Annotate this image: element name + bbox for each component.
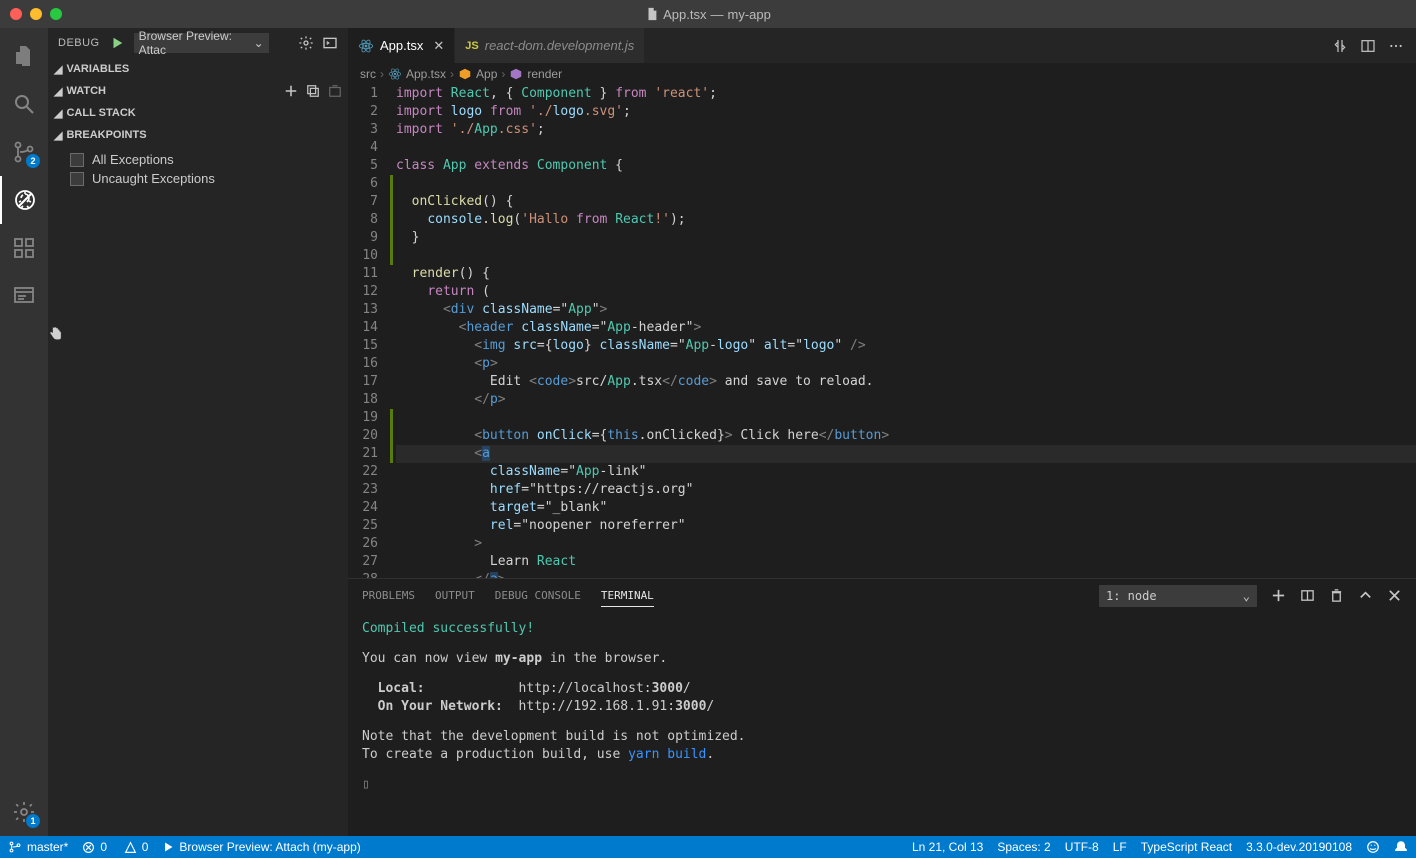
breakpoint-uncaught-exceptions[interactable]: Uncaught Exceptions: [48, 169, 348, 188]
debug-sidebar: DEBUG Browser Preview: Attac⌄ ◢VARIABLES…: [48, 28, 348, 836]
eol[interactable]: LF: [1113, 840, 1127, 854]
scm-badge: 2: [26, 154, 40, 168]
code[interactable]: import React, { Component } from 'react'…: [396, 85, 1416, 578]
crumb-file[interactable]: App.tsx: [388, 67, 446, 81]
tabs: App.tsx ✕ JS react-dom.development.js: [348, 28, 1416, 63]
window-title: App.tsx — my-app: [0, 7, 1416, 22]
panel-tab-debug[interactable]: DEBUG CONSOLE: [495, 585, 581, 606]
title-project: my-app: [728, 7, 771, 22]
encoding[interactable]: UTF-8: [1065, 840, 1099, 854]
terminal-output[interactable]: Compiled successfully! You can now view …: [348, 612, 1416, 836]
panel-tabs: PROBLEMS OUTPUT DEBUG CONSOLE TERMINAL 1…: [348, 579, 1416, 612]
body: 2 1 DEBUG Browser Preview: Attac⌄: [0, 28, 1416, 836]
maximize-panel-icon[interactable]: [1358, 588, 1373, 603]
checkbox-icon[interactable]: [70, 172, 84, 186]
debug-status[interactable]: Browser Preview: Attach (my-app): [162, 840, 360, 854]
debug-console-icon[interactable]: [322, 35, 338, 51]
crumb-src[interactable]: src: [360, 67, 376, 81]
code-editor[interactable]: 1234567891011121314151617181920212223242…: [348, 85, 1416, 578]
explorer-icon[interactable]: [0, 32, 48, 80]
titlebar: App.tsx — my-app: [0, 0, 1416, 28]
breakpoints-section: ◢BREAKPOINTS All Exceptions Uncaught Exc…: [48, 124, 348, 192]
gutter: 1234567891011121314151617181920212223242…: [348, 85, 396, 578]
panel-tab-output[interactable]: OUTPUT: [435, 585, 475, 606]
panel: PROBLEMS OUTPUT DEBUG CONSOLE TERMINAL 1…: [348, 578, 1416, 836]
crumb-class[interactable]: App: [458, 67, 497, 81]
close-panel-icon[interactable]: [1387, 588, 1402, 603]
split-terminal-icon[interactable]: [1300, 588, 1315, 603]
debug-config-dropdown[interactable]: Browser Preview: Attac⌄: [134, 33, 269, 53]
tab-app-tsx[interactable]: App.tsx ✕: [348, 28, 455, 63]
browser-preview-icon[interactable]: [0, 272, 48, 320]
watch-section: ◢WATCH: [48, 80, 348, 102]
js-icon: JS: [465, 40, 478, 52]
debug-title: DEBUG: [58, 37, 100, 49]
compare-icon[interactable]: [1332, 38, 1348, 54]
settings-gear-icon[interactable]: 1: [0, 788, 48, 836]
add-watch-icon[interactable]: [284, 84, 298, 98]
editor-group: App.tsx ✕ JS react-dom.development.js sr…: [348, 28, 1416, 836]
more-actions-icon[interactable]: [1388, 38, 1404, 54]
window: App.tsx — my-app 2 1 DEBUG B: [0, 0, 1416, 858]
errors-indicator[interactable]: 0 0: [82, 840, 148, 854]
indentation[interactable]: Spaces: 2: [997, 840, 1050, 854]
search-icon[interactable]: [0, 80, 48, 128]
variables-header[interactable]: ◢VARIABLES: [48, 58, 348, 80]
activity-bar: 2 1: [0, 28, 48, 836]
react-icon: [358, 38, 374, 54]
breakpoints-header[interactable]: ◢BREAKPOINTS: [48, 124, 348, 146]
panel-tab-problems[interactable]: PROBLEMS: [362, 585, 415, 606]
file-icon: [645, 7, 659, 21]
variables-section: ◢VARIABLES: [48, 58, 348, 80]
checkbox-icon[interactable]: [70, 153, 84, 167]
watch-header[interactable]: ◢WATCH: [48, 80, 348, 102]
split-editor-icon[interactable]: [1360, 38, 1376, 54]
tab-react-dom-dev[interactable]: JS react-dom.development.js: [455, 28, 645, 63]
source-control-icon[interactable]: 2: [0, 128, 48, 176]
breakpoint-all-exceptions[interactable]: All Exceptions: [48, 150, 348, 169]
kill-terminal-icon[interactable]: [1329, 588, 1344, 603]
start-debug-button[interactable]: [110, 36, 124, 50]
terminal-selector[interactable]: 1: node⌄: [1099, 585, 1257, 607]
breadcrumb[interactable]: src› App.tsx› App› render: [348, 63, 1416, 85]
extensions-icon[interactable]: [0, 224, 48, 272]
settings-badge: 1: [26, 814, 40, 828]
collapse-all-icon[interactable]: [306, 84, 320, 98]
feedback-icon[interactable]: [1366, 840, 1380, 854]
notifications-icon[interactable]: [1394, 840, 1408, 854]
panel-tab-terminal[interactable]: TERMINAL: [601, 585, 654, 607]
callstack-section: ◢CALL STACK: [48, 102, 348, 124]
debug-icon[interactable]: [0, 176, 48, 224]
close-tab-icon[interactable]: ✕: [433, 38, 444, 54]
debug-header: DEBUG Browser Preview: Attac⌄: [48, 28, 348, 58]
title-filename: App.tsx: [663, 7, 706, 22]
new-terminal-icon[interactable]: [1271, 588, 1286, 603]
crumb-method[interactable]: render: [509, 67, 562, 81]
remove-all-icon[interactable]: [328, 84, 342, 98]
branch-indicator[interactable]: master*: [8, 840, 68, 854]
cursor-position[interactable]: Ln 21, Col 13: [912, 840, 983, 854]
debug-settings-icon[interactable]: [298, 35, 314, 51]
statusbar: master* 0 0 Browser Preview: Attach (my-…: [0, 836, 1416, 858]
callstack-header[interactable]: ◢CALL STACK: [48, 102, 348, 124]
language-mode[interactable]: TypeScript React: [1141, 840, 1232, 854]
ts-version[interactable]: 3.3.0-dev.20190108: [1246, 840, 1352, 854]
